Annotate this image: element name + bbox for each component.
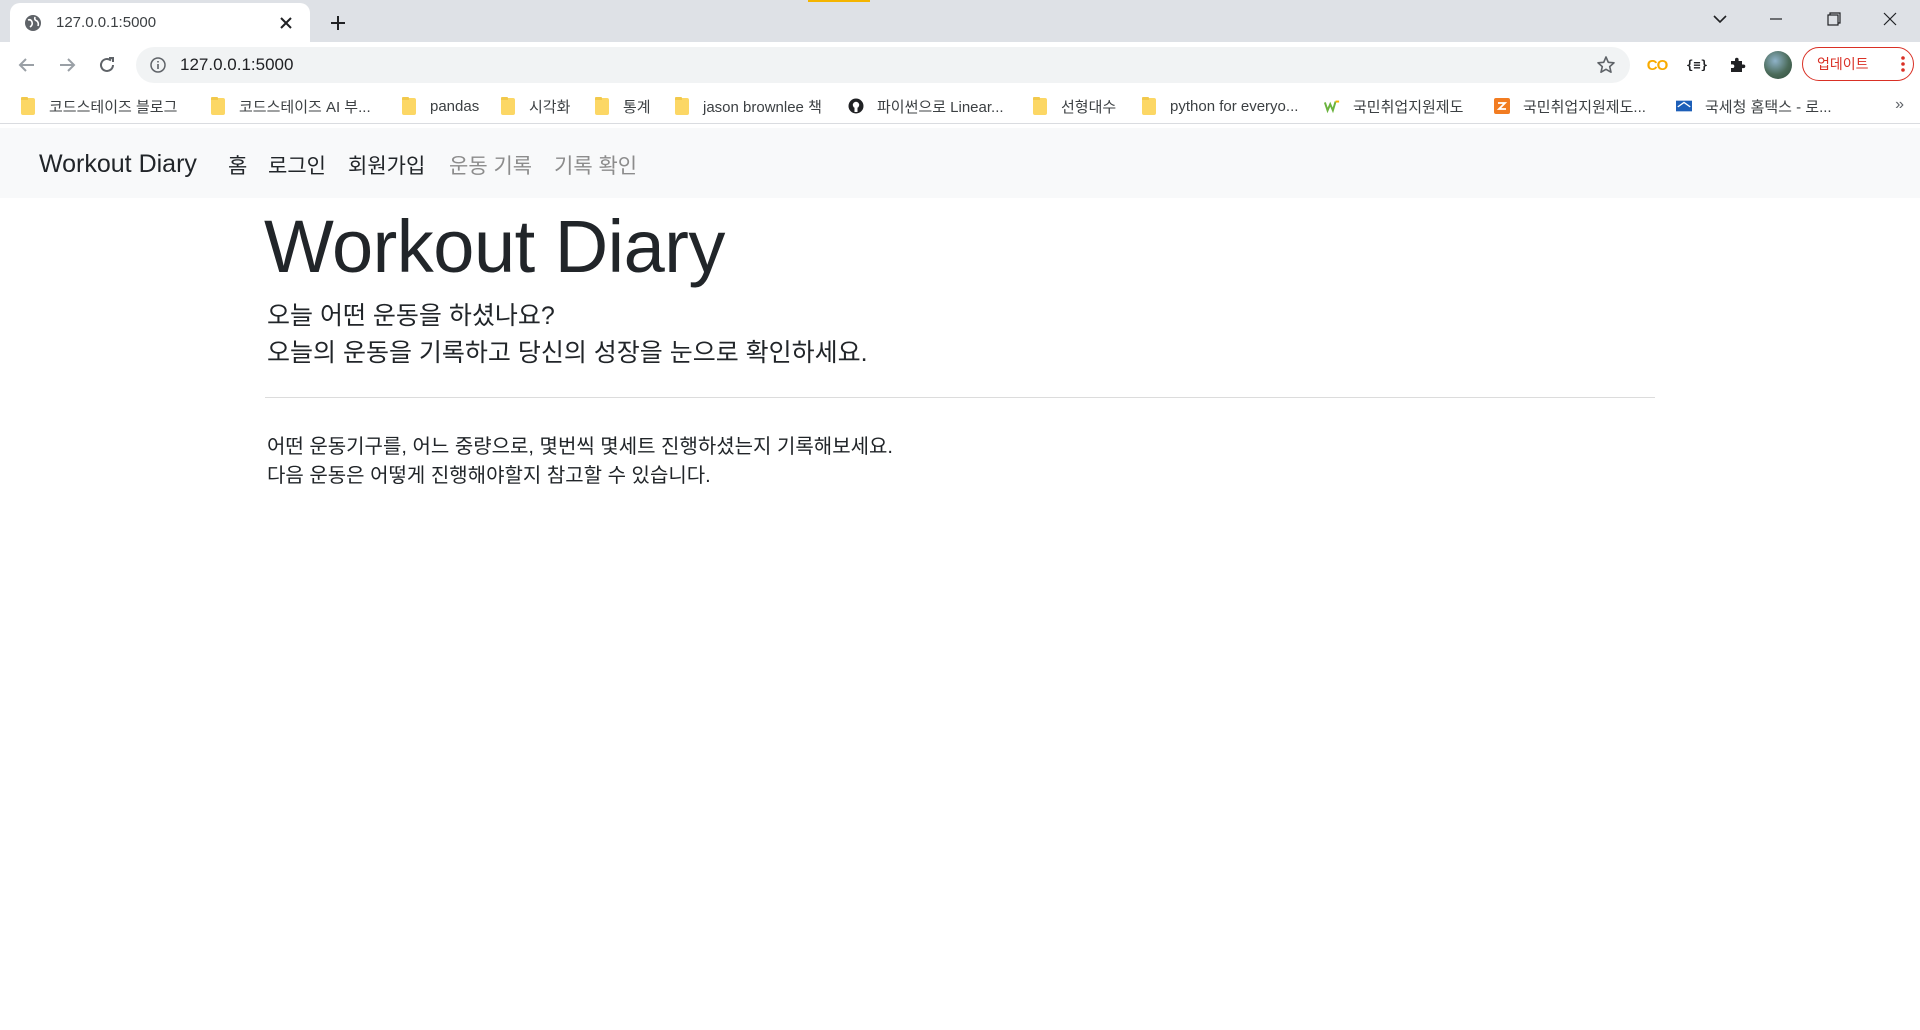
bookmarks-overflow-button[interactable]: » xyxy=(1895,96,1904,114)
lead-text: 오늘의 운동을 기록하고 당신의 성장을 눈으로 확인하세요. xyxy=(267,339,868,367)
folder-icon xyxy=(20,96,36,115)
nav-link-home[interactable]: 홈 xyxy=(228,150,247,180)
site-navbar: Workout Diary 홈 로그인 회원가입 운동 기록 기록 확인 xyxy=(0,128,1920,198)
forward-button[interactable] xyxy=(52,50,82,80)
bookmark-item[interactable]: pandas xyxy=(401,94,479,118)
bookmark-label: 선형대수 xyxy=(1061,98,1117,116)
bookmark-label: 국민취업지원제도 xyxy=(1353,98,1464,116)
bookmark-item[interactable]: 코드스테이즈 AI 부... xyxy=(210,94,371,118)
bookmark-label: 시각화 xyxy=(529,98,571,116)
new-tab-button[interactable] xyxy=(324,9,352,37)
close-tab-icon[interactable] xyxy=(274,11,298,35)
description-text: 어떤 운동기구를, 어느 중량으로, 몇번씩 몇세트 진행하셨는지 기록해보세요… xyxy=(267,436,893,458)
bookmark-label: 통계 xyxy=(623,98,651,116)
globe-icon xyxy=(24,14,42,32)
bookmark-label: 코드스테이즈 AI 부... xyxy=(239,98,371,116)
bookmark-item[interactable]: 코드스테이즈 블로그 xyxy=(20,94,177,118)
browser-tab[interactable]: 127.0.0.1:5000 xyxy=(10,3,310,42)
close-window-button[interactable] xyxy=(1862,0,1918,38)
lead-text: 오늘 어떤 운동을 하셨나요? xyxy=(267,302,555,330)
folder-icon xyxy=(401,96,417,115)
url-text: 127.0.0.1:5000 xyxy=(180,55,294,74)
nav-link-signup[interactable]: 회원가입 xyxy=(348,150,425,180)
loading-indicator xyxy=(808,0,870,2)
description-text: 다음 운동은 어떻게 진행해야할지 참고할 수 있습니다. xyxy=(267,465,711,487)
folder-icon xyxy=(210,96,226,115)
minimize-button[interactable] xyxy=(1748,0,1804,38)
worknet-icon xyxy=(1324,98,1340,114)
bookmark-label: python for everyo... xyxy=(1170,97,1299,115)
bookmark-label: jason brownlee 책 xyxy=(703,98,822,116)
bookmark-label: 코드스테이즈 블로그 xyxy=(49,98,178,116)
github-icon xyxy=(848,98,864,114)
divider xyxy=(265,397,1655,398)
puzzle-extensions-icon[interactable] xyxy=(1722,50,1752,80)
bookmark-item[interactable]: jason brownlee 책 xyxy=(674,94,822,118)
bookmark-item[interactable]: 파이썬으로 Linear... xyxy=(848,94,1004,118)
colab-extension-icon[interactable]: CO xyxy=(1642,50,1672,80)
bookmarks-bar: 코드스테이즈 블로그 코드스테이즈 AI 부... pandas 시각화 통계 … xyxy=(0,88,1920,124)
bookmark-item[interactable]: 시각화 xyxy=(500,94,570,118)
tab-title: 127.0.0.1:5000 xyxy=(56,14,157,31)
navbar-brand[interactable]: Workout Diary xyxy=(39,150,197,179)
restore-button[interactable] xyxy=(1806,0,1862,38)
address-bar[interactable]: 127.0.0.1:5000 xyxy=(136,47,1630,83)
folder-icon xyxy=(674,96,690,115)
json-viewer-extension-icon[interactable]: {≡} xyxy=(1682,50,1712,80)
bookmark-label: 파이썬으로 Linear... xyxy=(877,98,1004,116)
profile-avatar[interactable] xyxy=(1764,51,1792,79)
update-button[interactable]: 업데이트 xyxy=(1802,47,1914,81)
site-icon xyxy=(1494,98,1510,114)
nav-link-workout-record[interactable]: 운동 기록 xyxy=(449,150,532,180)
hometax-icon xyxy=(1676,98,1692,114)
bookmark-label: 국민취업지원제도... xyxy=(1523,98,1646,116)
browser-toolbar: 127.0.0.1:5000 CO {≡} 업데이트 xyxy=(0,42,1920,88)
bookmark-item[interactable]: python for everyo... xyxy=(1141,94,1298,118)
tab-strip: 127.0.0.1:5000 xyxy=(0,0,1920,42)
folder-icon xyxy=(1141,96,1157,115)
folder-icon xyxy=(594,96,610,115)
reload-button[interactable] xyxy=(92,50,122,80)
tab-search-button[interactable] xyxy=(1692,0,1748,38)
bookmark-star-icon[interactable] xyxy=(1592,51,1620,79)
page-title: Workout Diary xyxy=(264,205,725,288)
more-menu-icon xyxy=(1893,56,1913,72)
site-info-icon[interactable] xyxy=(148,55,168,75)
nav-link-login[interactable]: 로그인 xyxy=(268,150,326,180)
bookmark-item[interactable]: 국세청 홈택스 - 로... xyxy=(1676,94,1832,118)
update-button-label: 업데이트 xyxy=(1817,56,1869,72)
nav-link-view-records[interactable]: 기록 확인 xyxy=(554,150,637,180)
folder-icon xyxy=(500,96,516,115)
bookmark-item[interactable]: 통계 xyxy=(594,94,651,118)
bookmark-item[interactable]: 국민취업지원제도 xyxy=(1324,94,1463,118)
folder-icon xyxy=(1032,96,1048,115)
bookmark-label: 국세청 홈택스 - 로... xyxy=(1705,98,1832,116)
back-button[interactable] xyxy=(12,50,42,80)
bookmark-item[interactable]: 국민취업지원제도... xyxy=(1494,94,1646,118)
bookmark-item[interactable]: 선형대수 xyxy=(1032,94,1116,118)
bookmark-label: pandas xyxy=(430,97,480,115)
